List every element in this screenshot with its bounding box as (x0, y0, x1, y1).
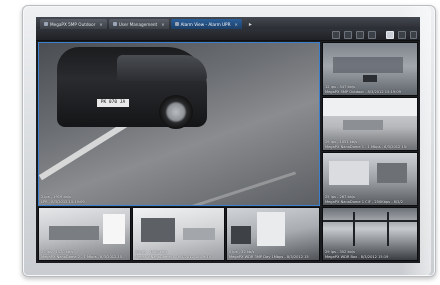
video-caption: 25 ips - 267 kb/s MegaPX NanoDome 1 CIF … (325, 195, 415, 204)
video-caption: 29 ips - 1051 kb/s MegaPX NanoDome 1 - 1… (325, 140, 415, 149)
video-caption: 29 ips - 1570 kb/s MegaPX NanoDome 2 - 1… (41, 250, 128, 259)
video-caption: 29 ips - 1568 kb/s MegaPX NanoDome 3 - 8… (135, 250, 222, 259)
car-window (117, 55, 207, 81)
tab-alarm-view[interactable]: Alarm View - Alarm UPR ✕ (170, 19, 242, 29)
main-camera-view[interactable]: PK 070 JA 2 ips - 1919 kb/s LPR - 8/3/20… (38, 42, 320, 206)
video-caption: 29 ips - 352 kb/s MegaPX WDR Box - 8/3/2… (325, 250, 415, 259)
camera-name: MegaPX NanoDome 1 CIF - 250Kbps - 8/3/2 (325, 199, 403, 204)
side-camera-view-3[interactable]: 25 ips - 267 kb/s MegaPX NanoDome 1 CIF … (322, 152, 418, 206)
camera-name: MegaPX NanoDome 2 - 1 Mbps - 8/3/2012 15 (41, 254, 123, 259)
camera-icon (44, 22, 48, 26)
tab-bar: MegaPX 5MP Outdoor ✕ User Management ✕ A… (36, 17, 420, 29)
camera-name: MegaPX WDR 3MP Day 1Mbps - 8/3/2012 15 (229, 254, 309, 259)
user-icon (112, 22, 117, 26)
side-camera-view-1[interactable]: 12 ips - 547 kb/s MegaPX 5MP Outdoor - 8… (322, 42, 418, 96)
layout-single-button[interactable] (344, 31, 352, 39)
bottom-camera-view-1[interactable]: 29 ips - 1570 kb/s MegaPX NanoDome 2 - 1… (38, 207, 131, 261)
bottom-camera-view-2[interactable]: 29 ips - 1568 kb/s MegaPX NanoDome 3 - 8… (132, 207, 225, 261)
side-camera-view-2[interactable]: 29 ips - 1051 kb/s MegaPX NanoDome 1 - 1… (322, 97, 418, 151)
camera-name: MegaPX NanoDome 1 - 1 Mbps - 8/3/2012 15… (325, 144, 408, 149)
maximize-button[interactable] (398, 31, 406, 39)
tab-label: Alarm View - Alarm UPR (180, 21, 231, 27)
vms-application-window: MegaPX 5MP Outdoor ✕ User Management ✕ A… (36, 17, 420, 263)
camera-name: MegaPX 5MP Outdoor - 8/3/2012 15:19:09 (325, 89, 401, 94)
layout-grid-button[interactable] (332, 31, 340, 39)
camera-name: MegaPX NanoDome 3 - 8/3/2012 15:19:10 (135, 254, 212, 259)
toolbar (36, 29, 420, 41)
layout-split-button[interactable] (356, 31, 364, 39)
close-icon[interactable]: ✕ (99, 22, 102, 27)
bottom-camera-view-4[interactable]: 29 ips - 352 kb/s MegaPX WDR Box - 8/3/2… (322, 207, 418, 261)
close-icon[interactable]: ✕ (161, 22, 164, 27)
tab-user-management[interactable]: User Management ✕ (108, 19, 169, 29)
camera-name: LPR - 8/3/2012 15:19:09 (41, 199, 85, 204)
video-caption: 2 ips - 1919 kb/s LPR - 8/3/2012 15:19:0… (41, 195, 317, 204)
settings-button[interactable] (386, 31, 394, 39)
tab-label: MegaPX 5MP Outdoor (50, 21, 96, 27)
video-caption: 0 ips - 32 kb/s MegaPX WDR 3MP Day 1Mbps… (229, 250, 317, 259)
close-icon[interactable]: ✕ (234, 22, 237, 27)
car-wheel (159, 95, 193, 129)
close-window-button[interactable] (410, 31, 417, 39)
camera-name: MegaPX WDR Box - 8/3/2012 15:19 (325, 254, 389, 259)
tab-label: User Management (118, 21, 158, 27)
bottom-camera-view-3[interactable]: 0 ips - 32 kb/s MegaPX WDR 3MP Day 1Mbps… (226, 207, 320, 261)
video-caption: 12 ips - 547 kb/s MegaPX 5MP Outdoor - 8… (325, 85, 415, 94)
tab-megapx-5mp-outdoor[interactable]: MegaPX 5MP Outdoor ✕ (40, 19, 107, 29)
license-plate: PK 070 JA (97, 99, 129, 107)
fullscreen-button[interactable] (368, 31, 376, 39)
alarm-icon (174, 22, 179, 26)
new-tab-button[interactable]: ▸ (246, 20, 255, 29)
